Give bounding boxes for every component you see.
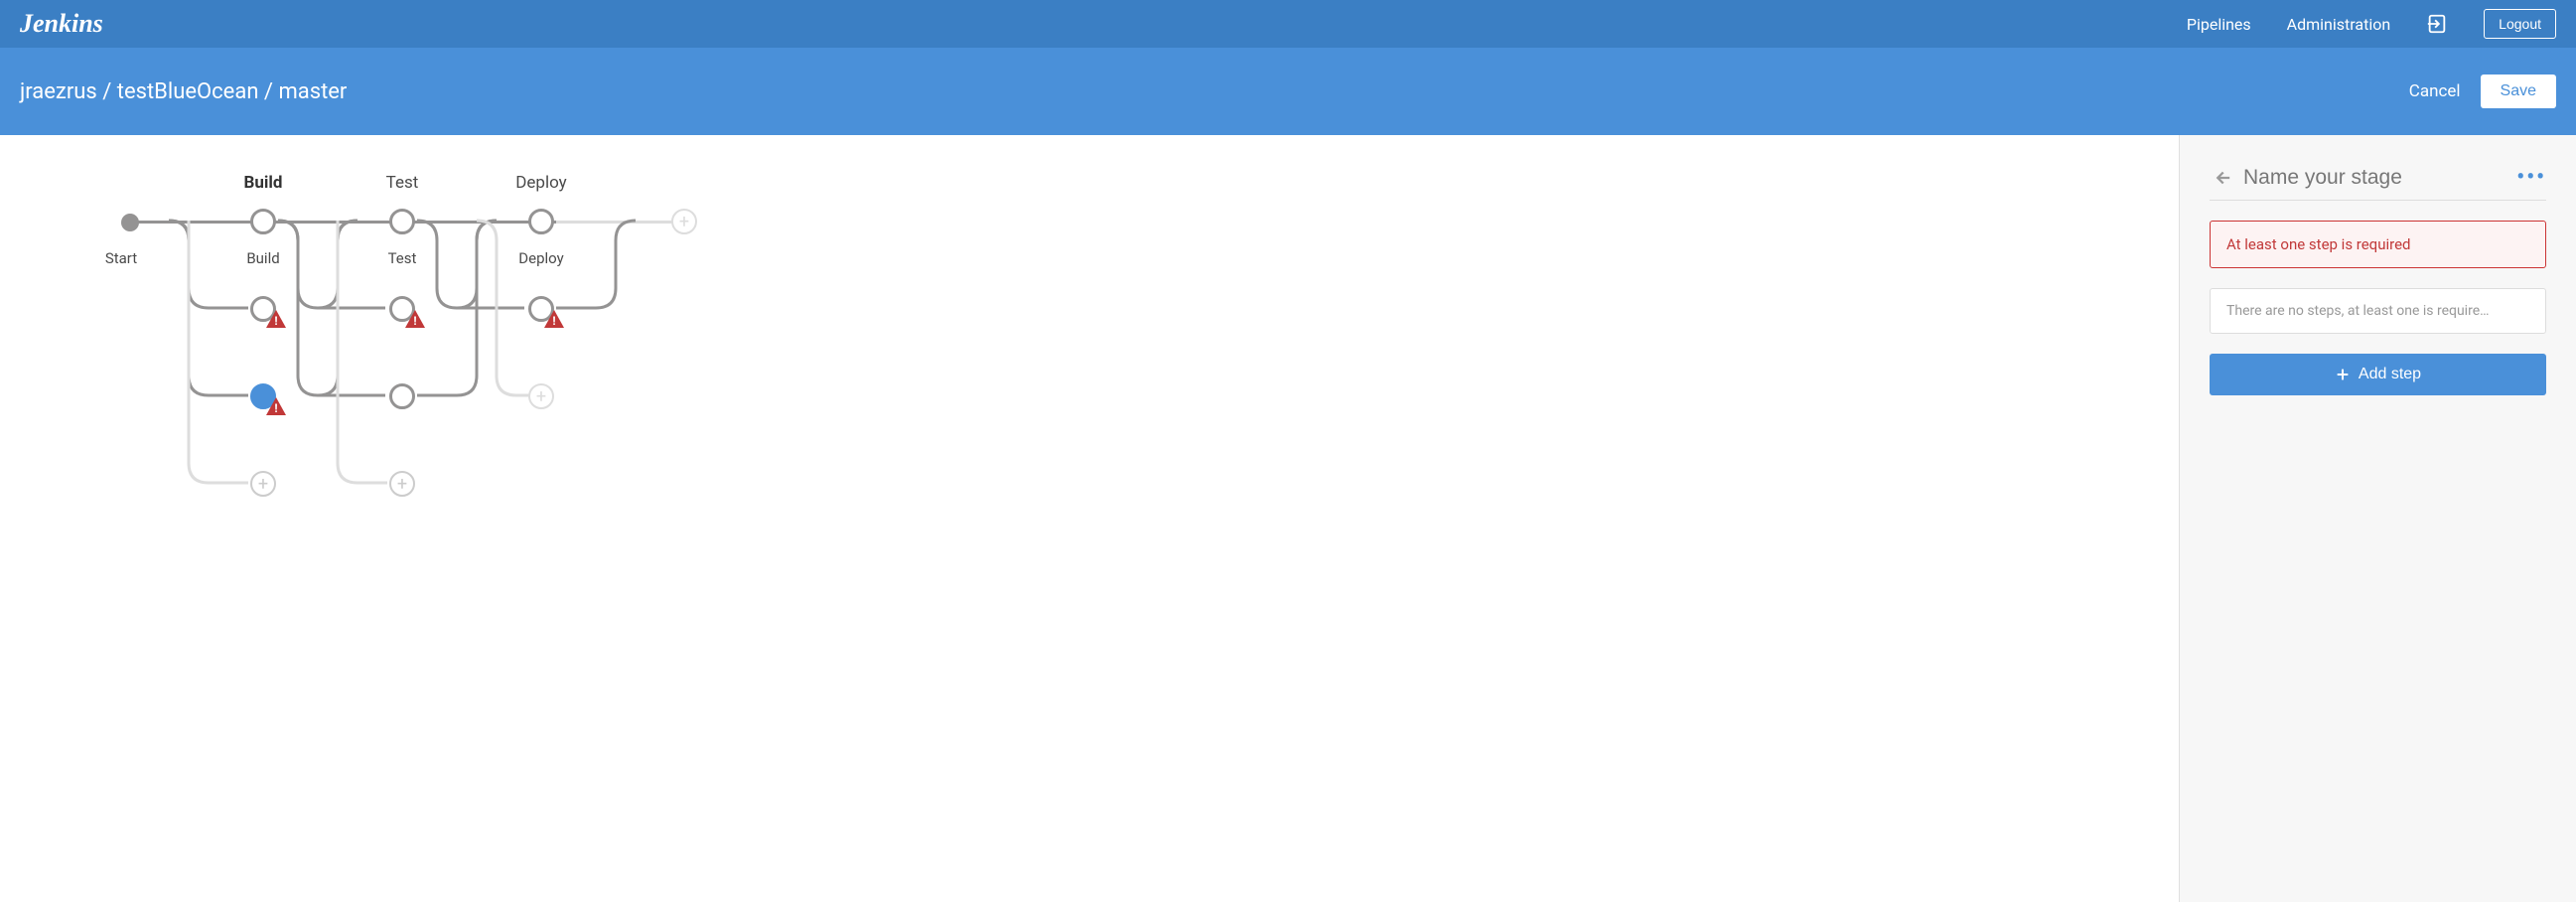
plus-icon [2335,367,2351,382]
login-icon[interactable] [2426,13,2448,35]
sub-header: jraezrus / testBlueOcean / master Cancel… [0,48,2576,135]
add-step-button[interactable]: Add step [2210,354,2546,395]
add-parallel-deploy[interactable]: + [528,383,554,409]
parallel-node-test-3[interactable] [389,383,415,409]
start-node[interactable] [121,214,139,231]
jenkins-logo[interactable]: Jenkins [20,9,103,39]
back-arrow-icon[interactable] [2210,167,2231,189]
breadcrumb[interactable]: jraezrus / testBlueOcean / master [20,79,347,104]
top-header: Jenkins Pipelines Administration Logout [0,0,2576,48]
pipeline-canvas[interactable]: Build Test Deploy Start + Build Test Dep… [0,135,2179,902]
svg-text:!: ! [274,401,277,415]
save-button[interactable]: Save [2481,75,2556,108]
add-step-label: Add step [2359,366,2421,383]
stage-editor-panel: ••• At least one step is required There … [2179,135,2576,902]
more-menu-icon[interactable]: ••• [2516,165,2546,190]
stage-name-input[interactable] [2243,166,2516,190]
add-parallel-build[interactable]: + [250,471,276,497]
steps-empty-message: There are no steps, at least one is requ… [2210,288,2546,334]
stage-header-test: Test [353,173,452,193]
add-parallel-test[interactable]: + [389,471,415,497]
cancel-button[interactable]: Cancel [2409,81,2461,101]
error-icon: ! [266,397,286,415]
nav-pipelines[interactable]: Pipelines [2187,15,2251,34]
logout-button[interactable]: Logout [2484,9,2556,39]
start-label: Start [72,249,171,267]
stage-header-deploy: Deploy [492,173,591,193]
nav-administration[interactable]: Administration [2287,15,2391,34]
stage-header-build: Build [214,173,313,193]
error-message: At least one step is required [2210,221,2546,268]
